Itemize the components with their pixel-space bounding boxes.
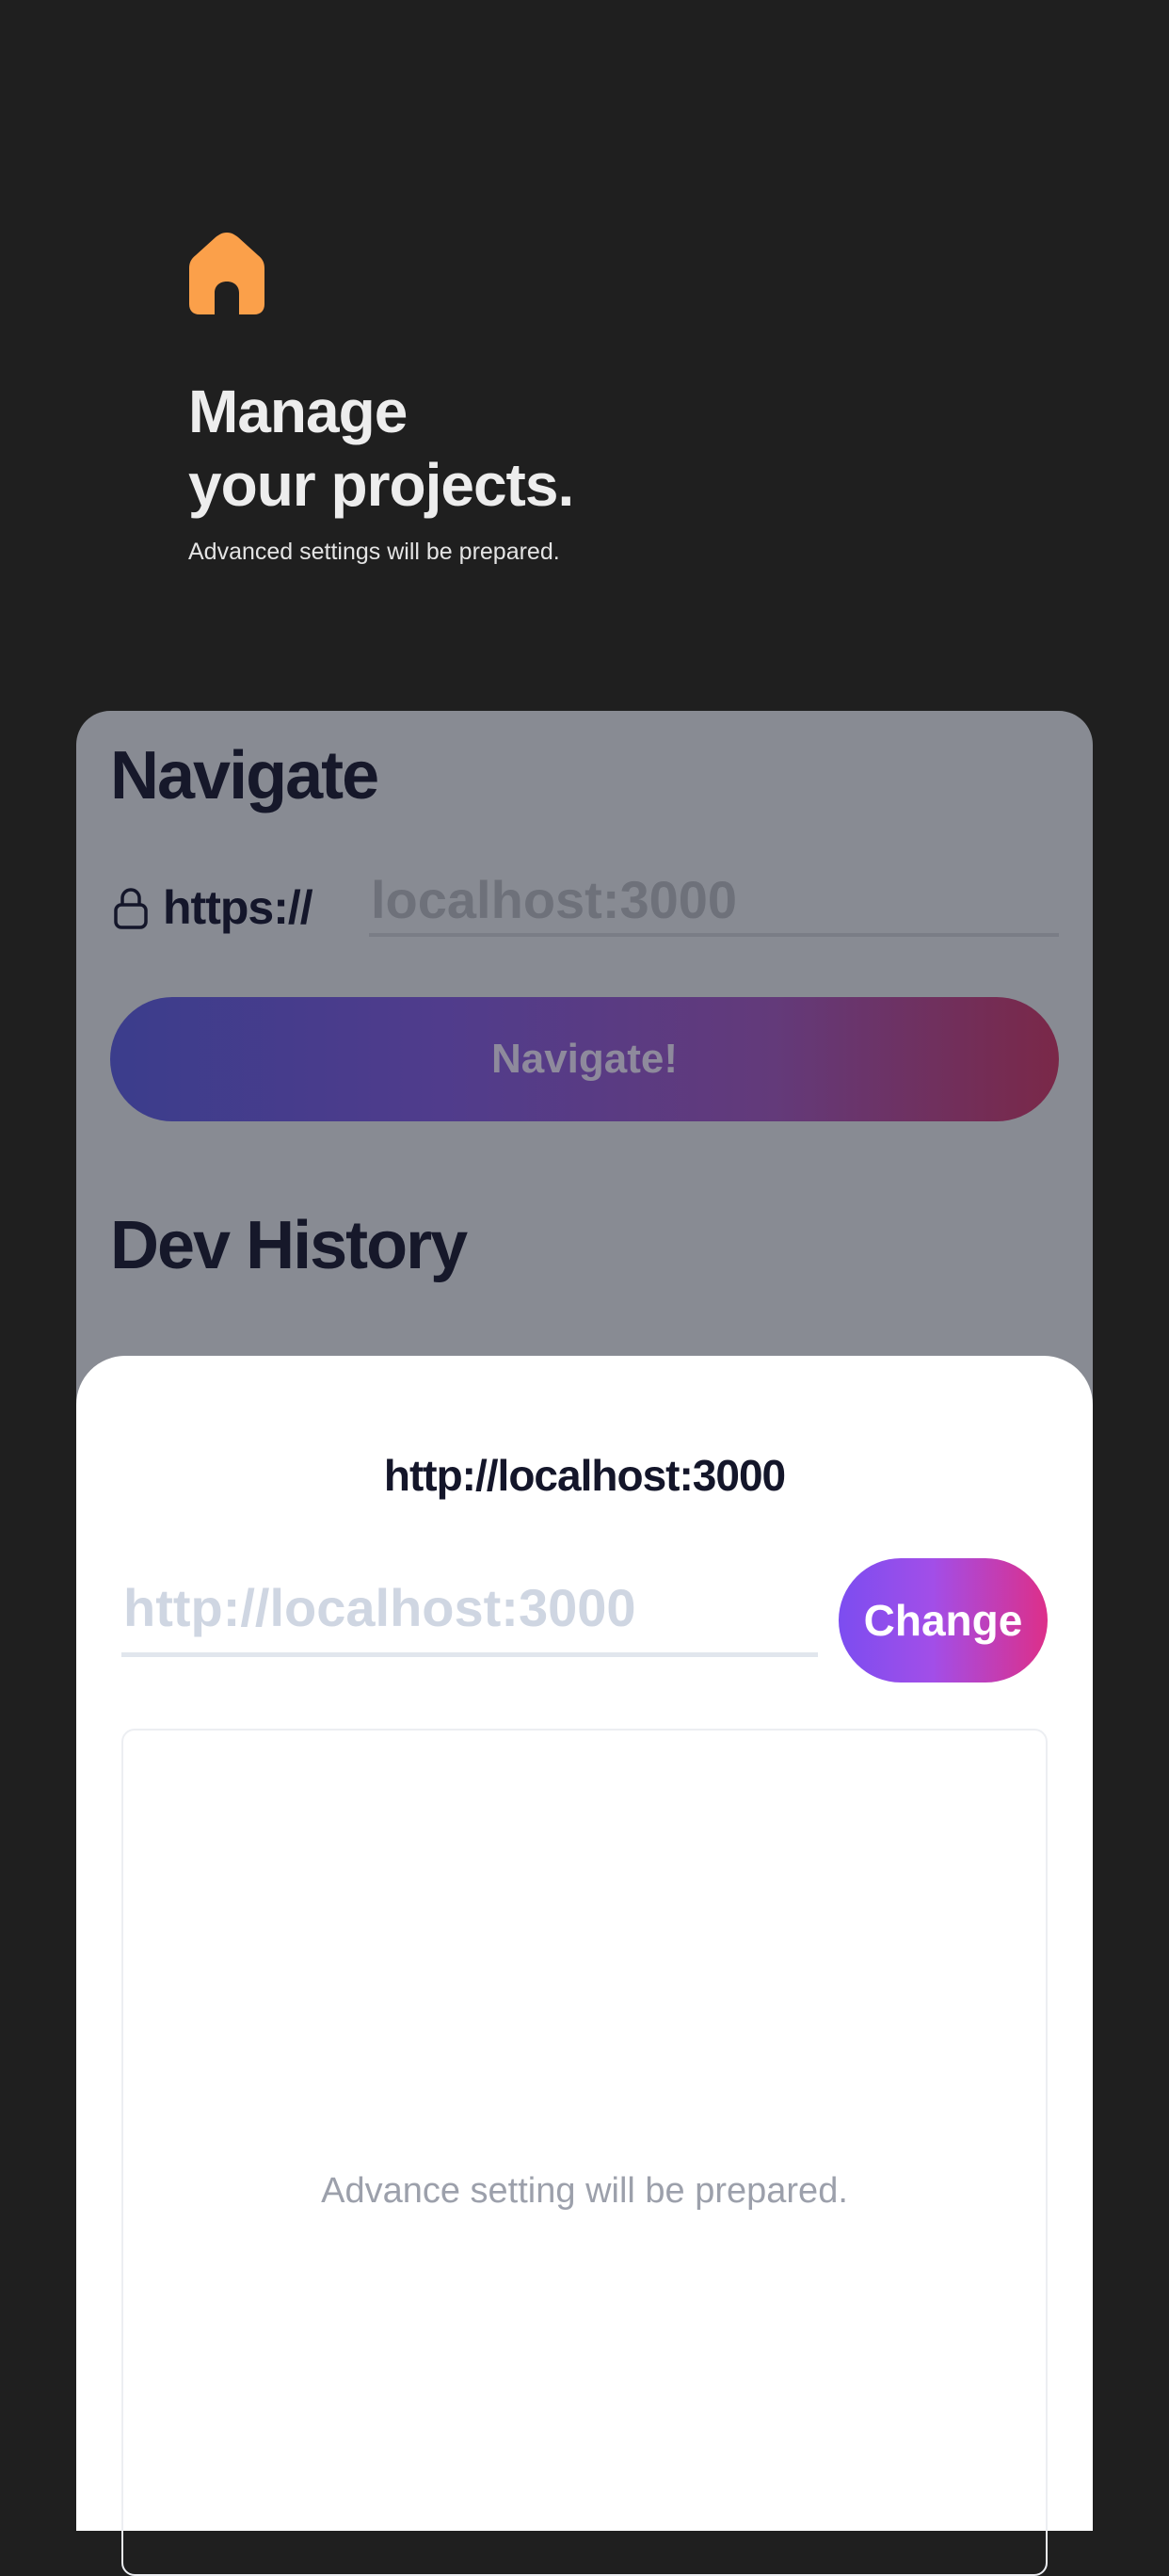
navigate-button[interactable]: Navigate! [110,997,1059,1121]
sheet-url-input[interactable] [121,1563,818,1657]
hero-title-line1: Manage [188,378,408,445]
panel-placeholder-text: Advance setting will be prepared. [321,2171,848,2211]
url-scheme-label: https:// [163,881,313,934]
dev-history-heading: Dev History [110,1208,468,1283]
hero-subtitle: Advanced settings will be prepared. [188,539,560,565]
lock-icon [114,888,148,929]
navigate-heading: Navigate [110,738,379,813]
home-icon [189,233,264,314]
change-button[interactable]: Change [839,1558,1048,1682]
hero-title-line2: your projects. [188,451,574,519]
advanced-settings-panel: Advance setting will be prepared. [121,1729,1048,2576]
hero-title: Manage your projects. [188,375,574,522]
url-input[interactable] [369,865,1059,937]
bottom-sheet: http://localhost:3000 Change Advance set… [76,1356,1093,2576]
url-row: https:// [110,865,1059,937]
sheet-title: http://localhost:3000 [383,1451,786,1500]
